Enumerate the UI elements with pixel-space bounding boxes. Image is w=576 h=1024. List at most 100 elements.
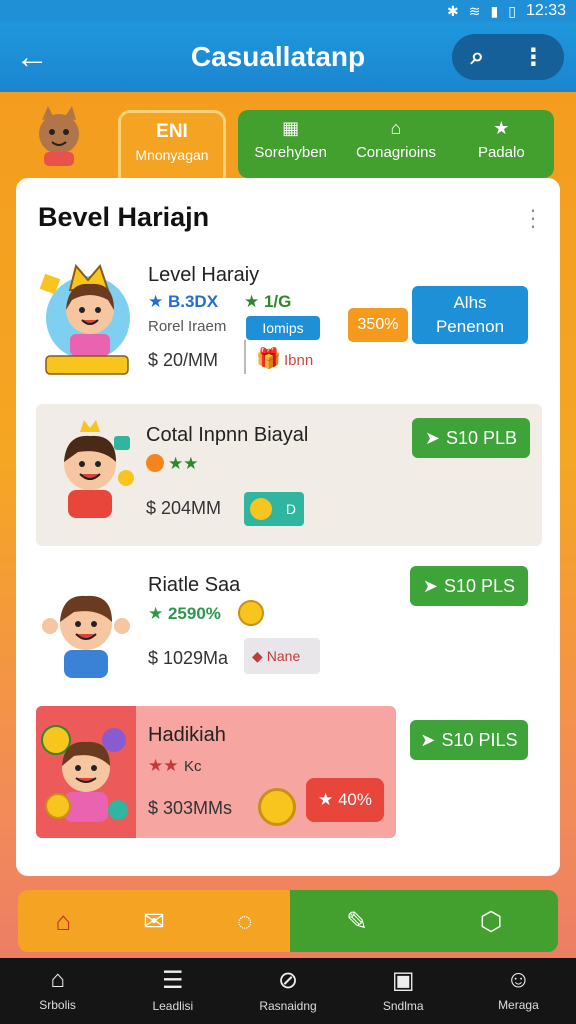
toolbar-chat-button[interactable]: ◌ <box>199 890 290 952</box>
discount-badge: ★ 40% <box>306 778 384 822</box>
boy-avatar <box>38 580 134 685</box>
girl-avatar <box>36 260 140 383</box>
toolbar-home-button[interactable]: ⌂ <box>18 890 109 952</box>
chip-label: D <box>285 501 296 517</box>
item-stat-2: ★ 1/G <box>244 292 292 311</box>
tab-active-title: ENI <box>156 121 188 142</box>
item-stars: ★★ <box>168 454 199 473</box>
tab-label: Sorehyben <box>254 144 327 161</box>
chip-label: Nane <box>266 648 301 664</box>
tab-label: Conagrioins <box>355 144 437 161</box>
tab-active[interactable]: ENI Mnonyagan <box>118 110 226 180</box>
box-icon: ⬡ <box>479 905 503 936</box>
arrow-right-icon: ➤ <box>422 575 439 596</box>
tab-bar: ▦ Sorehyben ⌂ Conagrioins ★ Padalo <box>238 110 554 178</box>
mascot-avatar <box>26 104 92 170</box>
list-item-level-haraiy[interactable]: Level Haraiy ★ B.3DX ★ 1/G Rorel Iraem I… <box>16 256 560 384</box>
action-button-line2: Penenon <box>435 317 505 336</box>
arrow-left-icon: ← <box>15 37 49 76</box>
home-icon: ⌂ <box>50 966 65 993</box>
wifi-icon: ≋ <box>468 2 481 19</box>
more-vertical-icon[interactable]: · · · <box>528 199 538 237</box>
arrow-right-icon: ➤ <box>424 427 441 448</box>
nav-label: Sndlma <box>382 999 424 1013</box>
coins-icon <box>258 788 296 826</box>
back-button[interactable]: ← <box>0 22 64 92</box>
list-item-riatle[interactable]: Riatle Saa ★ 2590% $ 1029Ma ◆ Nane ➤ S10… <box>16 558 560 688</box>
item-price: $ 204MM <box>146 498 222 518</box>
item-name: Riatle Saa <box>148 574 241 596</box>
coin-icon <box>146 454 164 472</box>
card-title: Bevel Hariajn <box>38 202 210 232</box>
toolbar-mail-button[interactable]: ✉ <box>109 890 200 952</box>
toolbar-box-button[interactable]: ⬡ <box>424 890 558 952</box>
compass-icon: ⊘ <box>277 967 299 994</box>
nav-label: Srbolis <box>39 998 76 1012</box>
arrow-right-icon: ➤ <box>420 729 436 750</box>
toolbar-orange-group: ⌂ ✉ ◌ <box>18 890 290 952</box>
tab-sorehyben[interactable]: ▦ Sorehyben <box>238 110 343 178</box>
item-stars: ★★ <box>148 756 179 775</box>
bottom-toolbar: ⌂ ✉ ◌ ✎ ⬡ <box>18 890 558 952</box>
bag-icon: ▣ <box>391 967 415 994</box>
item-price: $ 1029Ma <box>148 648 229 668</box>
signal-icon: ▮ <box>490 2 499 19</box>
system-nav-bar: ⌂ Srbolis ☰ Leadlisi ⊘ Rasnaidng ▣ Sndlm… <box>0 958 576 1024</box>
grid-icon: ▦ <box>282 118 300 138</box>
battery-icon: ▯ <box>508 2 516 19</box>
nav-label: Leadlisi <box>152 999 194 1013</box>
buy-button[interactable]: ➤ S10 PLS <box>410 566 528 606</box>
nav-item-srbolis[interactable]: ⌂ Srbolis <box>0 958 115 1024</box>
edit-icon: ✎ <box>346 905 368 936</box>
status-time: 12:33 <box>525 2 566 19</box>
tab-conagrioins[interactable]: ⌂ Conagrioins <box>343 110 448 178</box>
action-button-line1: Alhs <box>453 293 487 312</box>
nav-item-leadlisi[interactable]: ☰ Leadlisi <box>115 958 230 1024</box>
tab-padalo[interactable]: ★ Padalo <box>449 110 554 178</box>
tab-label: Padalo <box>477 144 525 161</box>
discount-badge: 350% <box>348 308 408 342</box>
item-stat: Kc <box>184 758 202 775</box>
item-name: Level Haraiy <box>148 264 260 286</box>
buy-button-label: S10 PLS <box>444 575 516 596</box>
list-icon: ☰ <box>162 967 184 994</box>
coin-icon <box>250 498 272 520</box>
buy-button-label: S10 PILS <box>441 729 518 750</box>
page-title: Casuallatanp <box>190 41 366 72</box>
buy-button[interactable]: ➤ S10 PLB <box>412 418 530 458</box>
nav-item-meraga[interactable]: ☺ Meraga <box>461 958 576 1024</box>
buy-button[interactable]: ➤ S10 PILS <box>410 720 528 760</box>
search-icon[interactable]: ⌕ <box>471 43 484 71</box>
more-icon[interactable]: ⋮ <box>521 43 545 72</box>
item-chip: D <box>244 492 304 526</box>
nav-item-rasnaidng[interactable]: ⊘ Rasnaidng <box>230 958 345 1024</box>
nav-label: Rasnaidng <box>259 999 317 1013</box>
item-stat-1: ★ B.3DX <box>148 292 219 311</box>
boy-avatar <box>42 418 138 527</box>
item-price: $ 303MMs <box>148 798 233 818</box>
nav-item-sndlma[interactable]: ▣ Sndlma <box>346 958 461 1024</box>
item-price: $ 20/MM <box>148 350 219 370</box>
toolbar-green-group: ✎ ⬡ <box>290 890 558 952</box>
star-icon: ★ <box>493 118 510 138</box>
boy-avatar <box>36 706 136 838</box>
home-icon: ⌂ <box>390 118 402 138</box>
main-card: Bevel Hariajn · · · Level Haraiy ★ B.3DX ★… <box>16 178 560 876</box>
item-name: Hadikiah <box>148 724 226 746</box>
action-button[interactable]: Alhs Penenon <box>412 286 528 344</box>
tag-icon: ◆ <box>252 647 263 664</box>
tab-active-subtitle: Mnonyagan <box>135 147 209 163</box>
bluetooth-icon: ✱ <box>447 2 459 19</box>
status-bar: ✱ ≋ ▮ ▯ 12:33 <box>0 0 576 22</box>
buy-button-label: S10 PLB <box>446 427 518 448</box>
item-subtitle: Rorel Iraem <box>148 318 227 335</box>
list-item-cotal[interactable]: Cotal Inpnn Biayal ★★ $ 204MM D ➤ S10 PL… <box>36 404 542 546</box>
item-stat: ★ 2590% <box>148 604 221 623</box>
list-item-hadikiah[interactable]: Hadikiah ★★ Kc $ 303MMs ★ 40% <box>36 706 396 838</box>
toolbar-edit-button[interactable]: ✎ <box>290 890 424 952</box>
user-icon: ☺ <box>506 966 531 993</box>
chat-icon: ◌ <box>236 905 253 936</box>
app-bar: ← Casuallatanp ⌕ ⋮ <box>0 22 576 92</box>
item-chip: Ibnn <box>284 352 314 369</box>
gift-icon: 🎁 <box>256 348 281 370</box>
